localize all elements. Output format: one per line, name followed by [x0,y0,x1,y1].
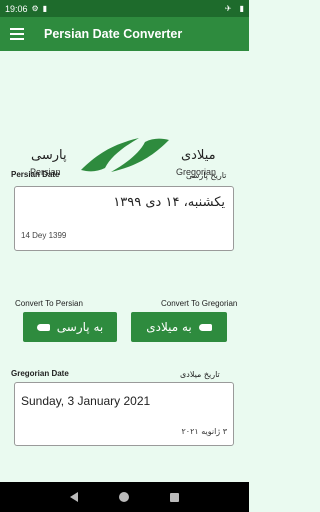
gregorian-label-fa: میلادی [181,148,216,163]
app-bar: Persian Date Converter [0,17,249,51]
to-gregorian-button[interactable]: به میلادی [131,312,227,342]
convert-to-gregorian-label: Convert To Gregorian [161,299,238,308]
menu-icon[interactable] [10,28,24,40]
persian-date-card: یکشنبه، ۱۴ دی ۱۳۹۹ 14 Dey 1399 [14,186,234,251]
gregorian-date-label: Gregorian Date [11,369,69,378]
sim-card-icon: ▮ [42,4,48,13]
gregorian-date-label-fa: تاریخ میلادی [180,370,220,379]
status-bar: 19:06 ⚙ ▮ ✈ ▮ [0,0,249,17]
gregorian-date-subtext: ۳ ژانویه ۲۰۲۱ [181,427,227,436]
convert-pill-icon [36,323,50,331]
status-time: 19:06 [5,3,28,14]
battery-icon: ▮ [239,4,244,13]
gregorian-date-text: Sunday, 3 January 2021 [21,394,151,408]
to-persian-button-label: به پارسی [56,320,104,334]
to-gregorian-button-label: به میلادی [146,320,192,334]
convert-to-persian-label: Convert To Persian [15,299,83,308]
app-title: Persian Date Converter [44,27,183,41]
airplane-mode-icon: ✈ [224,4,232,13]
converter-logo-icon [81,138,169,172]
persian-label-fa: پارسی [31,148,67,163]
gear-icon: ⚙ [31,4,39,13]
to-persian-button[interactable]: به پارسی [23,312,117,342]
persian-date-label-fa: تاریخ پارسی [186,171,227,180]
persian-date-text: یکشنبه، ۱۴ دی ۱۳۹۹ [113,195,225,210]
back-icon[interactable] [70,492,79,502]
gregorian-date-card: Sunday, 3 January 2021 ۳ ژانویه ۲۰۲۱ [14,382,234,446]
navigation-bar [0,482,249,512]
home-icon[interactable] [118,492,129,502]
persian-date-subtext: 14 Dey 1399 [21,231,67,240]
convert-pill-icon [198,323,212,331]
persian-date-label: Persian Date [11,170,60,179]
recent-apps-icon[interactable] [169,492,179,502]
